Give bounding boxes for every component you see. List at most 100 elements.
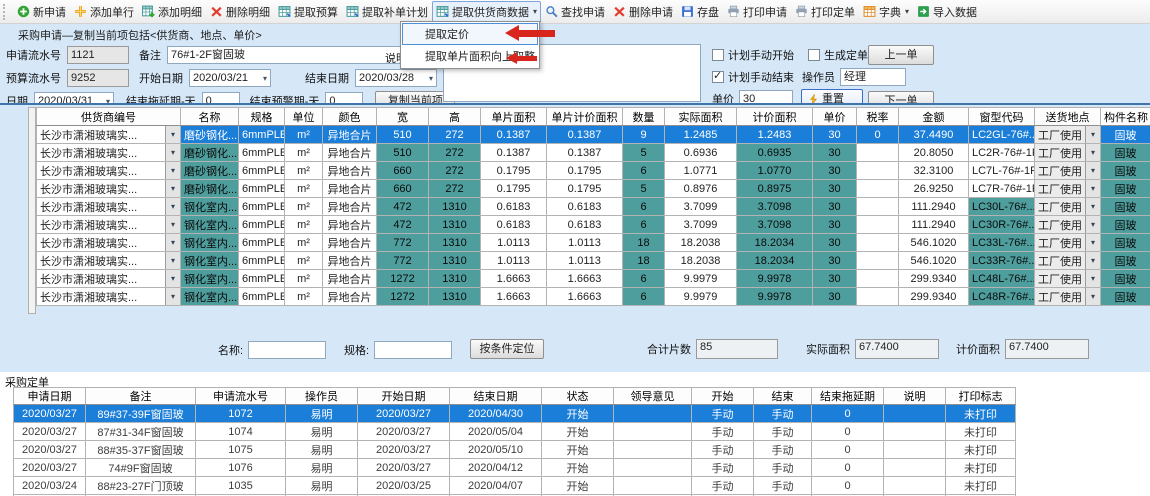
cell-color[interactable]: 异地合片 (323, 216, 377, 234)
cell-name[interactable]: 磨砂钢化... (181, 144, 239, 162)
cell-height[interactable]: 272 (429, 126, 481, 144)
order-cell[interactable]: 易明 (286, 423, 358, 441)
cell-color[interactable]: 异地合片 (323, 144, 377, 162)
cell-tax[interactable] (857, 198, 899, 216)
cell-unit-price[interactable]: 30 (813, 198, 857, 216)
order-cell[interactable]: 开始 (542, 405, 614, 423)
toolbar-button-import[interactable]: 导入数据 (913, 1, 981, 23)
cell-piece-area[interactable]: 0.1795 (481, 180, 547, 198)
cell-actual-area[interactable]: 18.2038 (665, 234, 737, 252)
cell-supplier[interactable]: 长沙市潇湘玻璃实...▾ (37, 216, 181, 234)
cell-actual-area[interactable]: 1.2485 (665, 126, 737, 144)
order-row[interactable]: 2020/03/2488#23-27F门顶玻1035易明2020/03/2520… (14, 477, 1016, 495)
cell-color[interactable]: 异地合片 (323, 162, 377, 180)
toolbar-button-extract-supplier-data[interactable]: 提取供货商数据▾ (432, 1, 541, 23)
cell-spec[interactable]: 6mmPLE... (239, 198, 285, 216)
cell-spec[interactable]: 6mmPLE... (239, 270, 285, 288)
cell-delivery[interactable]: 工厂使用▾ (1035, 288, 1101, 306)
cell-window-code[interactable]: LC30R-76#... (969, 216, 1035, 234)
order-cell[interactable]: 2020/05/04 (450, 423, 542, 441)
order-cell[interactable]: 2020/03/27 (358, 441, 450, 459)
order-cell[interactable]: 手动 (754, 477, 812, 495)
cell-amount[interactable]: 111.2940 (899, 198, 969, 216)
cell-name[interactable]: 钢化室内... (181, 216, 239, 234)
start-date-combo[interactable]: 2020/03/21▾ (189, 69, 271, 87)
cell-width[interactable]: 472 (377, 198, 429, 216)
supplier-dropdown-arrow[interactable]: ▾ (165, 144, 180, 161)
cell-actual-area[interactable]: 9.9979 (665, 288, 737, 306)
toolbar-button-extract-budget[interactable]: 提取预算 (274, 1, 342, 23)
cell-price-area[interactable]: 0.8975 (737, 180, 813, 198)
cell-unit-price[interactable]: 30 (813, 252, 857, 270)
cell-height[interactable]: 1310 (429, 234, 481, 252)
filter-spec-input[interactable] (374, 341, 452, 359)
cell-height[interactable]: 1310 (429, 216, 481, 234)
cell-unit-price[interactable]: 30 (813, 180, 857, 198)
cell-component[interactable]: 固玻 (1101, 198, 1150, 216)
filter-name-input[interactable] (248, 341, 326, 359)
order-cell[interactable]: 未打印 (946, 477, 1016, 495)
cell-supplier[interactable]: 长沙市潇湘玻璃实...▾ (37, 234, 181, 252)
supplier-dropdown-arrow[interactable]: ▾ (165, 234, 180, 251)
cell-unit[interactable]: m² (285, 216, 323, 234)
cell-delivery[interactable]: 工厂使用▾ (1035, 216, 1101, 234)
order-cell[interactable]: 手动 (754, 441, 812, 459)
order-cell[interactable]: 1074 (196, 423, 286, 441)
order-cell[interactable]: 1072 (196, 405, 286, 423)
cell-color[interactable]: 异地合片 (323, 126, 377, 144)
cell-price-area[interactable]: 18.2034 (737, 234, 813, 252)
cell-supplier[interactable]: 长沙市潇湘玻璃实...▾ (37, 144, 181, 162)
order-cell[interactable]: 手动 (692, 441, 754, 459)
order-cell[interactable]: 89#37-39F窗固玻 (86, 405, 196, 423)
plan-manual-end-checkbox[interactable] (712, 71, 724, 83)
detail-row[interactable]: 长沙市潇湘玻璃实...▾钢化室内...6mmPLE...m²异地合片472131… (37, 216, 1150, 234)
order-cell[interactable]: 2020/03/25 (358, 477, 450, 495)
order-cell[interactable]: 手动 (692, 423, 754, 441)
cell-spec[interactable]: 6mmPLE... (239, 216, 285, 234)
order-cell[interactable]: 手动 (754, 423, 812, 441)
order-cell[interactable]: 2020/04/12 (450, 459, 542, 477)
cell-name[interactable]: 磨砂钢化... (181, 180, 239, 198)
total-pieces-field[interactable]: 85 (696, 339, 778, 359)
delivery-dropdown-arrow[interactable]: ▾ (1085, 252, 1100, 269)
cell-window-code[interactable]: LC30L-76#... (969, 198, 1035, 216)
cell-width[interactable]: 772 (377, 252, 429, 270)
cell-window-code[interactable]: LC7R-76#-1FO (969, 180, 1035, 198)
cell-name[interactable]: 钢化室内... (181, 252, 239, 270)
cell-window-code[interactable]: LC2R-76#-1F (969, 144, 1035, 162)
cell-name[interactable]: 磨砂钢化... (181, 162, 239, 180)
cell-unit[interactable]: m² (285, 198, 323, 216)
delivery-dropdown-arrow[interactable]: ▾ (1085, 234, 1100, 251)
cell-delivery[interactable]: 工厂使用▾ (1035, 126, 1101, 144)
order-cell[interactable]: 手动 (692, 405, 754, 423)
toolbar-button-delete-request[interactable]: 删除申请 (609, 1, 677, 23)
cell-component[interactable]: 固玻 (1101, 216, 1150, 234)
cell-delivery[interactable]: 工厂使用▾ (1035, 198, 1101, 216)
cell-component[interactable]: 固玻 (1101, 234, 1150, 252)
cell-piece-area[interactable]: 1.0113 (481, 252, 547, 270)
cell-actual-area[interactable]: 9.9979 (665, 270, 737, 288)
supplier-dropdown-arrow[interactable]: ▾ (165, 216, 180, 233)
cell-piece-price-area[interactable]: 0.1795 (547, 162, 623, 180)
end-date-combo[interactable]: 2020/03/28▾ (355, 69, 437, 87)
cell-spec[interactable]: 6mmPLE... (239, 144, 285, 162)
order-cell[interactable]: 2020/04/30 (450, 405, 542, 423)
delivery-dropdown-arrow[interactable]: ▾ (1085, 288, 1100, 305)
cell-component[interactable]: 固玻 (1101, 162, 1150, 180)
cell-color[interactable]: 异地合片 (323, 180, 377, 198)
cell-spec[interactable]: 6mmPLE... (239, 162, 285, 180)
cell-component[interactable]: 固玻 (1101, 180, 1150, 198)
cell-actual-area[interactable]: 3.7099 (665, 198, 737, 216)
cell-component[interactable]: 固玻 (1101, 270, 1150, 288)
toolbar-button-delete-detail[interactable]: 删除明细 (206, 1, 274, 23)
cell-tax[interactable]: 0 (857, 126, 899, 144)
cell-piece-price-area[interactable]: 1.0113 (547, 252, 623, 270)
cell-qty[interactable]: 6 (623, 270, 665, 288)
order-cell[interactable]: 0 (812, 405, 884, 423)
detail-row[interactable]: 长沙市潇湘玻璃实...▾钢化室内...6mmPLE...m²异地合片127213… (37, 288, 1150, 306)
cell-supplier[interactable]: 长沙市潇湘玻璃实...▾ (37, 198, 181, 216)
order-row[interactable]: 2020/03/2787#31-34F窗固玻1074易明2020/03/2720… (14, 423, 1016, 441)
cell-component[interactable]: 固玻 (1101, 144, 1150, 162)
order-cell[interactable]: 开始 (542, 423, 614, 441)
price-area-field[interactable]: 67.7400 (1005, 339, 1089, 359)
